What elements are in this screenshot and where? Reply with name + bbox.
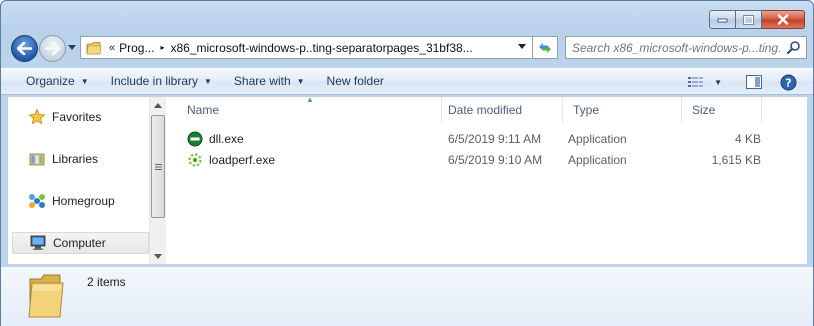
search-icon[interactable]	[786, 40, 801, 55]
svg-text:?: ?	[785, 76, 791, 89]
organize-label: Organize	[26, 74, 75, 88]
preview-pane-button[interactable]	[742, 71, 766, 93]
navigation-pane: Favorites Libraries Homegroup Computer	[8, 97, 149, 264]
maximize-icon	[743, 14, 754, 25]
include-in-library-menu[interactable]: Include in library ▼	[103, 70, 220, 92]
new-folder-label: New folder	[326, 74, 384, 88]
no-entry-app-icon	[187, 131, 203, 147]
file-size: 4 KB	[734, 132, 761, 146]
refresh-icon	[539, 42, 551, 53]
scroll-down-button[interactable]	[150, 248, 166, 264]
search-box[interactable]	[565, 36, 807, 59]
explorer-window: « Prog... ▸ x86_microsoft-windows-p..tin…	[0, 0, 814, 326]
nav-item-label: Libraries	[52, 152, 99, 166]
breadcrumb-program-files[interactable]: Prog...	[119, 41, 154, 55]
library-icon	[28, 150, 46, 168]
column-header-name[interactable]: Name ▲	[167, 95, 442, 123]
command-bar: Organize ▼ Include in library ▼ Share wi…	[1, 67, 813, 95]
new-folder-button[interactable]: New folder	[319, 70, 392, 92]
close-icon	[777, 14, 789, 25]
item-count: 2 items	[87, 275, 126, 289]
search-input[interactable]	[572, 40, 782, 55]
column-header-label: Size	[692, 103, 716, 117]
include-in-library-label: Include in library	[110, 74, 198, 88]
nav-item-computer[interactable]: Computer	[12, 232, 149, 254]
chevron-down-icon: ▼	[204, 76, 212, 86]
breadcrumb-current-folder[interactable]: x86_microsoft-windows-p..ting-separatorp…	[171, 41, 473, 55]
back-arrow-icon	[17, 42, 32, 55]
details-pane: 2 items	[1, 266, 813, 326]
file-list: Name ▲ Date modified Type Size dll.exe 6	[167, 95, 807, 264]
share-with-label: Share with	[233, 74, 291, 88]
minimize-icon	[717, 18, 728, 22]
nav-item-favorites[interactable]: Favorites	[12, 106, 149, 128]
column-header-date-modified[interactable]: Date modified	[442, 97, 563, 123]
nav-item-label: Homegroup	[52, 194, 115, 208]
minimize-button[interactable]	[709, 10, 736, 29]
chevron-down-icon: ▼	[80, 76, 89, 86]
file-name-cell: dll.exe	[187, 131, 244, 147]
column-header-size[interactable]: Size	[682, 97, 762, 123]
gear-app-icon	[187, 152, 203, 168]
address-bar[interactable]: « Prog... ▸ x86_microsoft-windows-p..tin…	[80, 36, 533, 59]
scroll-thumb[interactable]	[151, 115, 165, 218]
details-view-icon	[688, 77, 704, 87]
breadcrumb-separator-icon[interactable]: ▸	[160, 43, 164, 52]
file-name: dll.exe	[209, 132, 244, 146]
refresh-button[interactable]	[533, 36, 558, 59]
command-bar-right: ▼ ?	[684, 71, 801, 93]
column-header-label: Type	[573, 103, 600, 117]
file-date: 6/5/2019 9:10 AM	[448, 153, 543, 167]
help-button[interactable]: ?	[776, 71, 801, 93]
column-header-label: Date modified	[448, 103, 523, 117]
column-header-label: Name	[187, 103, 220, 117]
help-icon: ?	[780, 74, 797, 90]
column-header-type[interactable]: Type	[563, 97, 682, 123]
chevron-up-icon	[154, 102, 162, 108]
table-row[interactable]: loadperf.exe 6/5/2019 9:10 AM Applicatio…	[187, 150, 787, 170]
file-name: loadperf.exe	[209, 153, 276, 167]
content-area: Favorites Libraries Homegroup Computer N…	[7, 95, 808, 265]
recent-pages-button[interactable]	[67, 43, 77, 53]
file-size: 1,615 KB	[711, 153, 761, 167]
share-with-menu[interactable]: Share with ▼	[226, 70, 313, 92]
chevron-down-icon: ▼	[296, 76, 305, 86]
sort-ascending-icon: ▲	[306, 95, 314, 104]
forward-button[interactable]	[39, 35, 66, 62]
nav-item-libraries[interactable]: Libraries	[12, 148, 149, 170]
change-view-button[interactable]: ▼	[684, 71, 726, 93]
file-type: Application	[568, 153, 627, 167]
folder-icon	[28, 274, 64, 318]
chevron-down-icon	[68, 45, 76, 50]
nav-item-label: Computer	[53, 236, 106, 250]
nav-pane-scrollbar[interactable]	[149, 97, 166, 264]
computer-icon	[29, 234, 47, 252]
file-name-cell: loadperf.exe	[187, 152, 275, 168]
file-type: Application	[568, 132, 627, 146]
table-row[interactable]: dll.exe 6/5/2019 9:11 AM Application 4 K…	[187, 129, 787, 149]
organize-menu[interactable]: Organize ▼	[18, 70, 97, 92]
file-date: 6/5/2019 9:11 AM	[448, 132, 542, 146]
preview-pane-icon	[746, 75, 762, 89]
homegroup-icon	[28, 192, 46, 210]
scroll-up-button[interactable]	[150, 97, 166, 113]
folder-icon	[86, 41, 102, 54]
forward-arrow-icon	[45, 42, 60, 55]
nav-item-label: Favorites	[52, 110, 102, 124]
address-overflow-chevron[interactable]: «	[109, 42, 115, 54]
caption-buttons	[709, 10, 805, 29]
chevron-down-icon	[154, 253, 162, 259]
star-icon	[28, 108, 46, 126]
back-button[interactable]	[11, 35, 38, 62]
address-dropdown-icon[interactable]	[518, 44, 526, 50]
chevron-down-icon[interactable]: ▼	[714, 78, 722, 87]
maximize-button[interactable]	[736, 10, 762, 29]
close-button[interactable]	[762, 10, 805, 29]
nav-item-homegroup[interactable]: Homegroup	[12, 190, 149, 212]
grip-icon	[154, 163, 162, 170]
